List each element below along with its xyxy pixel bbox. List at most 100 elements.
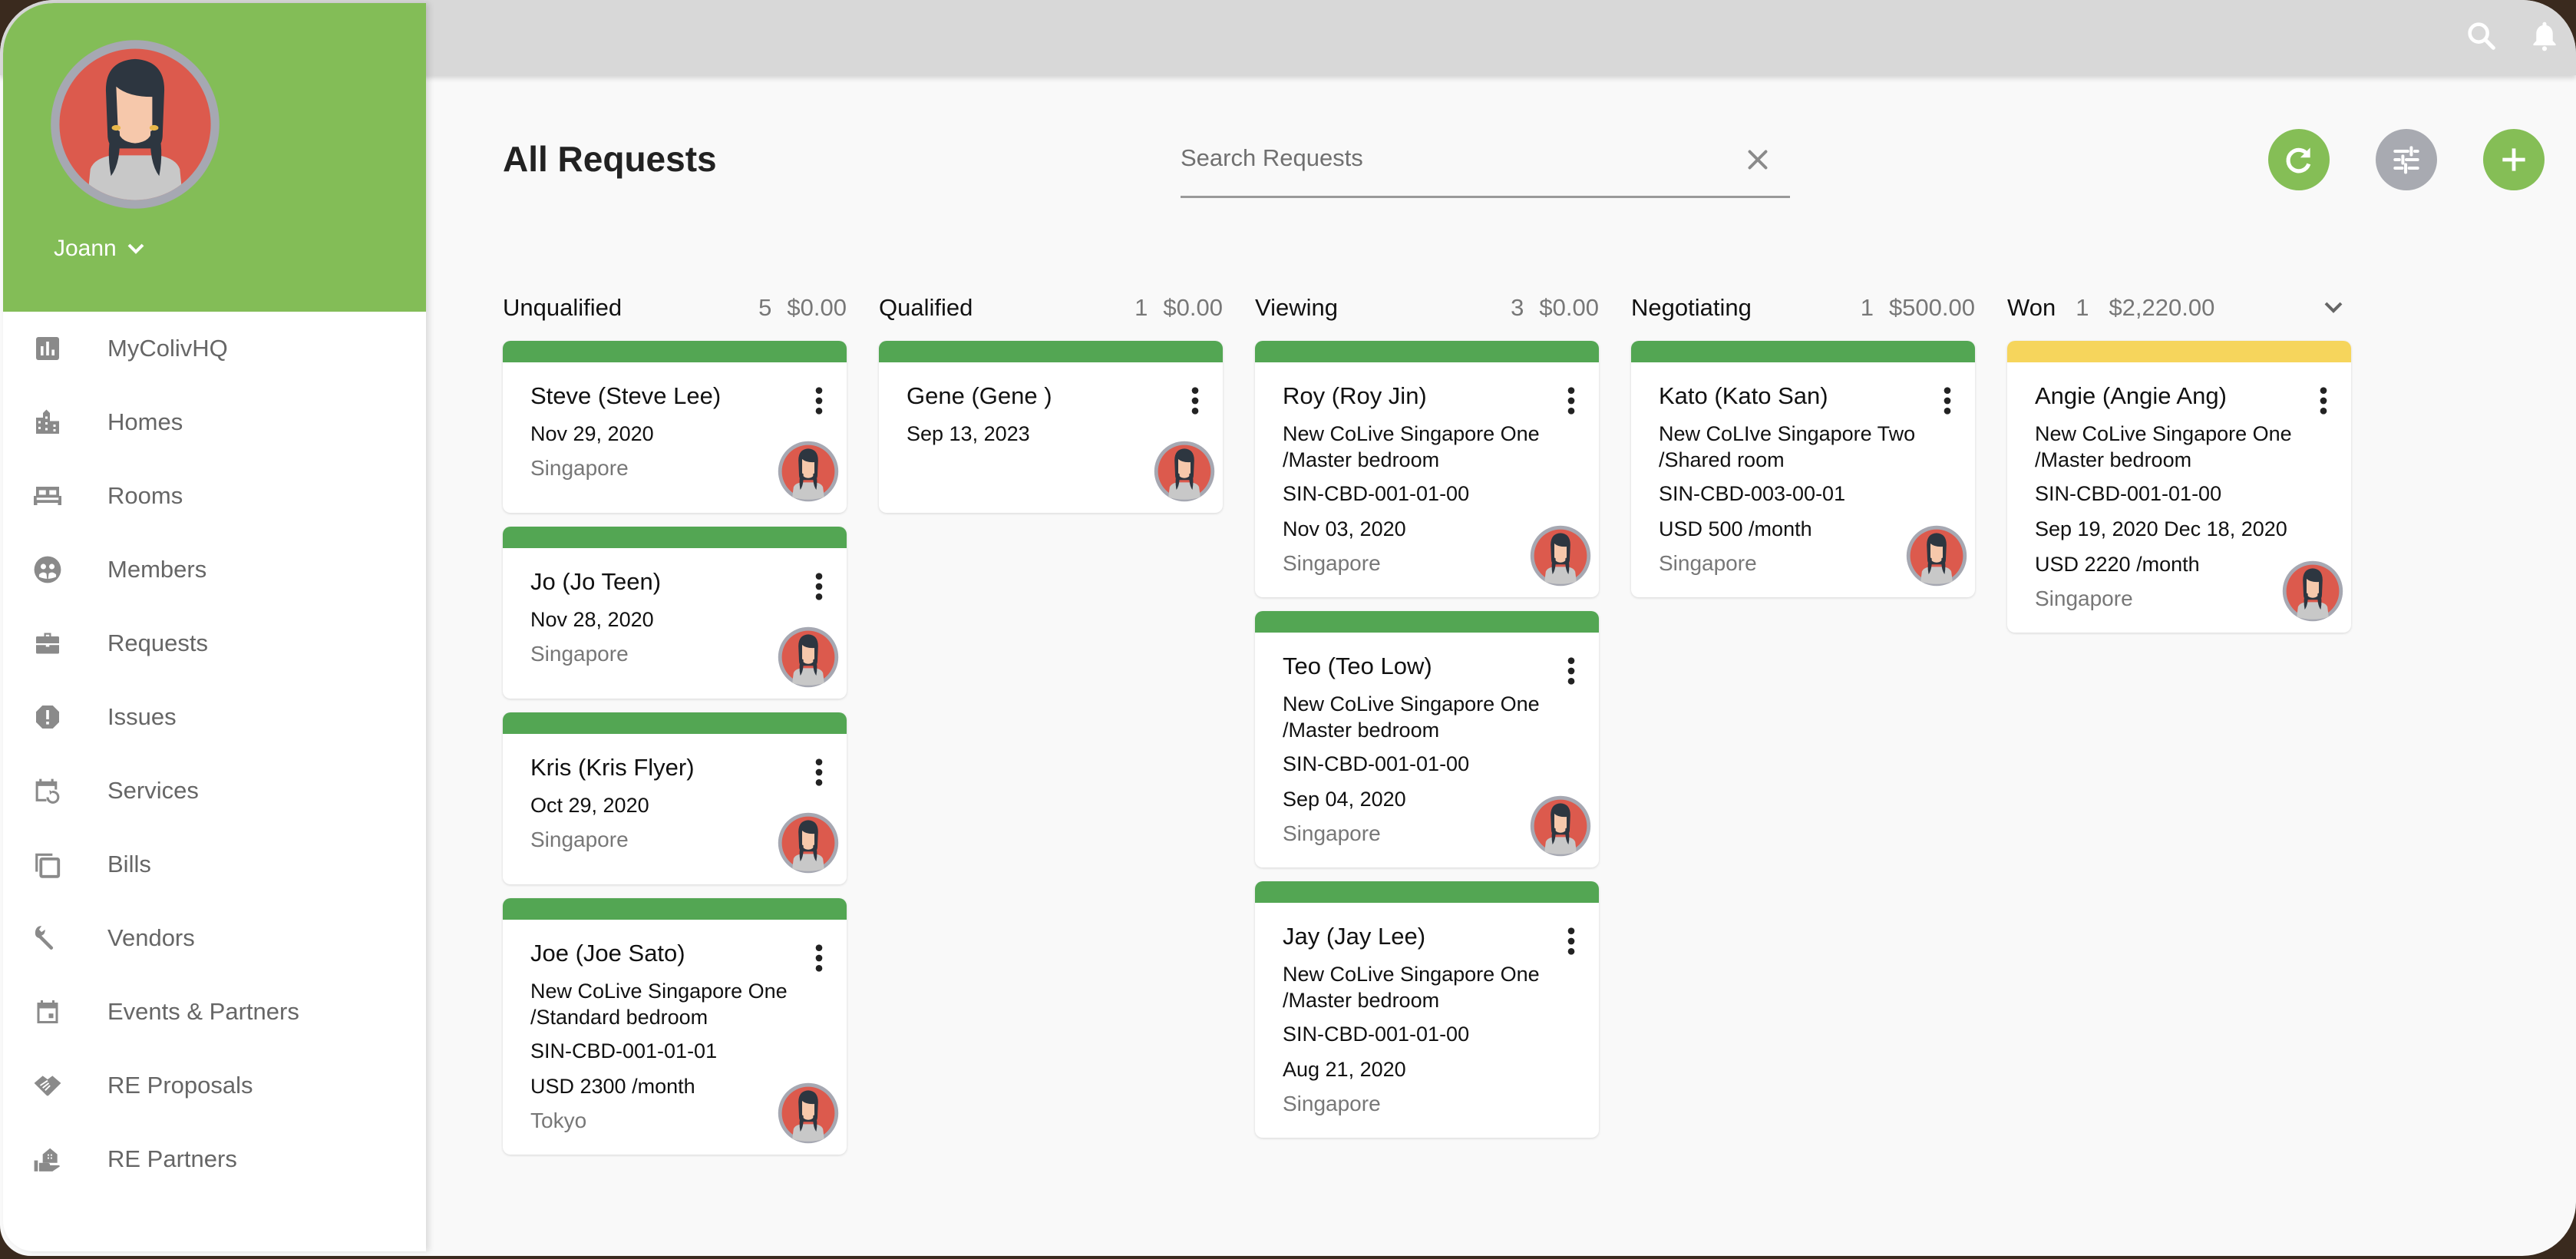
refresh-button[interactable] <box>2268 129 2330 190</box>
card-date: Sep 04, 2020 <box>1283 788 1406 811</box>
assignee-avatar[interactable] <box>1530 795 1591 857</box>
sidebar-item-members[interactable]: Members <box>3 533 426 606</box>
add-request-button[interactable] <box>2483 129 2545 190</box>
assignee-avatar[interactable] <box>1906 525 1967 587</box>
card-room-code: SIN-CBD-001-01-00 <box>1283 752 1470 775</box>
more-vert-icon[interactable] <box>1562 656 1580 686</box>
card-city: Singapore <box>530 456 629 480</box>
sidebar-item-homes[interactable]: Homes <box>3 385 426 459</box>
clear-search-icon[interactable] <box>1744 146 1772 173</box>
card-body: Steve (Steve Lee) Nov 29, 2020 Singapore <box>503 362 847 513</box>
kanban-board: Unqualified 5 $0.00 Steve (Steve Lee) Nov 29… <box>503 289 2351 1155</box>
search-input[interactable] <box>1181 141 1718 175</box>
column-title: Unqualified <box>503 294 623 321</box>
sidebar-item-label: RE Partners <box>107 1145 237 1172</box>
request-card[interactable]: Angie (Angie Ang) New CoLive Singapore On… <box>2007 341 2351 633</box>
sidebar-item-mycolivhq[interactable]: MyColivHQ <box>3 312 426 385</box>
request-card[interactable]: Roy (Roy Jin) New CoLive Singapore One /M… <box>1255 341 1599 597</box>
sidebar-item-services[interactable]: Services <box>3 754 426 828</box>
card-city: Singapore <box>1283 1092 1381 1115</box>
sidebar-item-label: Services <box>107 777 199 804</box>
assignee-avatar[interactable] <box>778 441 839 502</box>
search-icon[interactable] <box>2464 18 2499 54</box>
card-name: Gene (Gene ) <box>907 382 1052 409</box>
request-card[interactable]: Gene (Gene ) Sep 13, 2023 <box>879 341 1223 513</box>
status-stripe <box>879 341 1223 362</box>
card-property: New CoLive Singapore One /Standard bedro… <box>530 980 788 1029</box>
sidebar-item-bills[interactable]: Bills <box>3 828 426 901</box>
bell-icon[interactable] <box>2527 18 2562 54</box>
assignee-avatar[interactable] <box>1530 525 1591 587</box>
request-card[interactable]: Jay (Jay Lee) New CoLive Singapore One /M… <box>1255 881 1599 1138</box>
column-negotiating: Negotiating 1 $500.00 Kato (Kato San) New Co… <box>1631 289 1975 1155</box>
user-avatar[interactable] <box>49 32 221 216</box>
card-city: Singapore <box>2035 587 2133 610</box>
card-body: Teo (Teo Low) New CoLive Singapore One /M… <box>1255 633 1599 867</box>
sidebar-item-label: Requests <box>107 630 208 656</box>
card-city: Singapore <box>530 828 629 851</box>
status-stripe <box>1255 881 1599 903</box>
assignee-avatar[interactable] <box>2282 560 2343 622</box>
assignee-avatar[interactable] <box>778 1082 839 1144</box>
card-body: Kris (Kris Flyer) Oct 29, 2020 Singapore <box>503 734 847 884</box>
more-vert-icon[interactable] <box>1562 926 1580 957</box>
column-title: Negotiating <box>1631 294 1752 321</box>
card-city: Singapore <box>1283 821 1381 845</box>
chevron-down-icon[interactable] <box>2322 298 2345 316</box>
column-amount: $0.00 <box>1163 294 1223 321</box>
hand-house-icon <box>31 1142 64 1176</box>
filter-button[interactable] <box>2376 129 2437 190</box>
card-name: Angie (Angie Ang) <box>2035 382 2227 409</box>
sidebar-item-requests[interactable]: Requests <box>3 606 426 680</box>
sidebar-item-label: Rooms <box>107 482 183 509</box>
more-vert-icon[interactable] <box>2314 385 2333 416</box>
sidebar-item-re-partners[interactable]: RE Partners <box>3 1122 426 1196</box>
app-window: Joann MyColivHQ Homes Rooms Members Requ… <box>0 0 2576 1256</box>
bar-chart-icon <box>31 332 64 365</box>
card-body: Jay (Jay Lee) New CoLive Singapore One /M… <box>1255 903 1599 1138</box>
request-card[interactable]: Kris (Kris Flyer) Oct 29, 2020 Singapore <box>503 712 847 884</box>
card-room-code: SIN-CBD-001-01-00 <box>1283 1023 1470 1046</box>
chevron-down-icon <box>127 243 144 254</box>
more-vert-icon[interactable] <box>810 571 828 602</box>
people-icon <box>31 553 64 587</box>
request-card[interactable]: Joe (Joe Sato) New CoLive Singapore One /… <box>503 898 847 1155</box>
request-card[interactable]: Kato (Kato San) New CoLIve Singapore Two … <box>1631 341 1975 597</box>
column-amount: $0.00 <box>1539 294 1599 321</box>
request-card[interactable]: Steve (Steve Lee) Nov 29, 2020 Singapore <box>503 341 847 513</box>
more-vert-icon[interactable] <box>1186 385 1204 416</box>
calendar-repeat-icon <box>31 774 64 808</box>
card-price: USD 500 /month <box>1659 517 1812 540</box>
bed-icon <box>31 479 64 513</box>
sidebar-item-label: Events & Partners <box>107 998 299 1025</box>
assignee-avatar[interactable] <box>778 812 839 874</box>
column-header: Negotiating 1 $500.00 <box>1631 289 1975 327</box>
sidebar-item-vendors[interactable]: Vendors <box>3 901 426 975</box>
user-menu-toggle[interactable]: Joann <box>54 236 144 262</box>
card-date: Sep 19, 2020 Dec 18, 2020 <box>2035 517 2287 540</box>
column-viewing: Viewing 3 $0.00 Roy (Roy Jin) New CoLive Sin… <box>1255 289 1599 1155</box>
column-amount: $500.00 <box>1888 294 1975 321</box>
more-vert-icon[interactable] <box>810 385 828 416</box>
assignee-avatar[interactable] <box>778 626 839 688</box>
card-room-code: SIN-CBD-003-00-01 <box>1659 482 1846 505</box>
sidebar-item-rooms[interactable]: Rooms <box>3 459 426 533</box>
sidebar-item-label: Vendors <box>107 924 195 951</box>
column-won: Won 1 $2,220.00 Angie (Angie Ang) New CoLive… <box>2007 289 2351 1155</box>
user-name: Joann <box>54 236 117 261</box>
plus-icon <box>2502 148 2525 171</box>
more-vert-icon[interactable] <box>810 757 828 788</box>
sidebar-item-events-partners[interactable]: Events & Partners <box>3 975 426 1049</box>
card-name: Joe (Joe Sato) <box>530 940 685 967</box>
sidebar-item-re-proposals[interactable]: RE Proposals <box>3 1049 426 1122</box>
more-vert-icon[interactable] <box>1562 385 1580 416</box>
more-vert-icon[interactable] <box>1938 385 1957 416</box>
assignee-avatar[interactable] <box>1154 441 1215 502</box>
request-card[interactable]: Teo (Teo Low) New CoLive Singapore One /M… <box>1255 611 1599 867</box>
sidebar-item-issues[interactable]: Issues <box>3 680 426 754</box>
more-vert-icon[interactable] <box>810 943 828 973</box>
column-unqualified: Unqualified 5 $0.00 Steve (Steve Lee) Nov 29… <box>503 289 847 1155</box>
refresh-icon <box>2286 147 2311 173</box>
column-header: Qualified 1 $0.00 <box>879 289 1223 327</box>
request-card[interactable]: Jo (Jo Teen) Nov 28, 2020 Singapore <box>503 527 847 699</box>
